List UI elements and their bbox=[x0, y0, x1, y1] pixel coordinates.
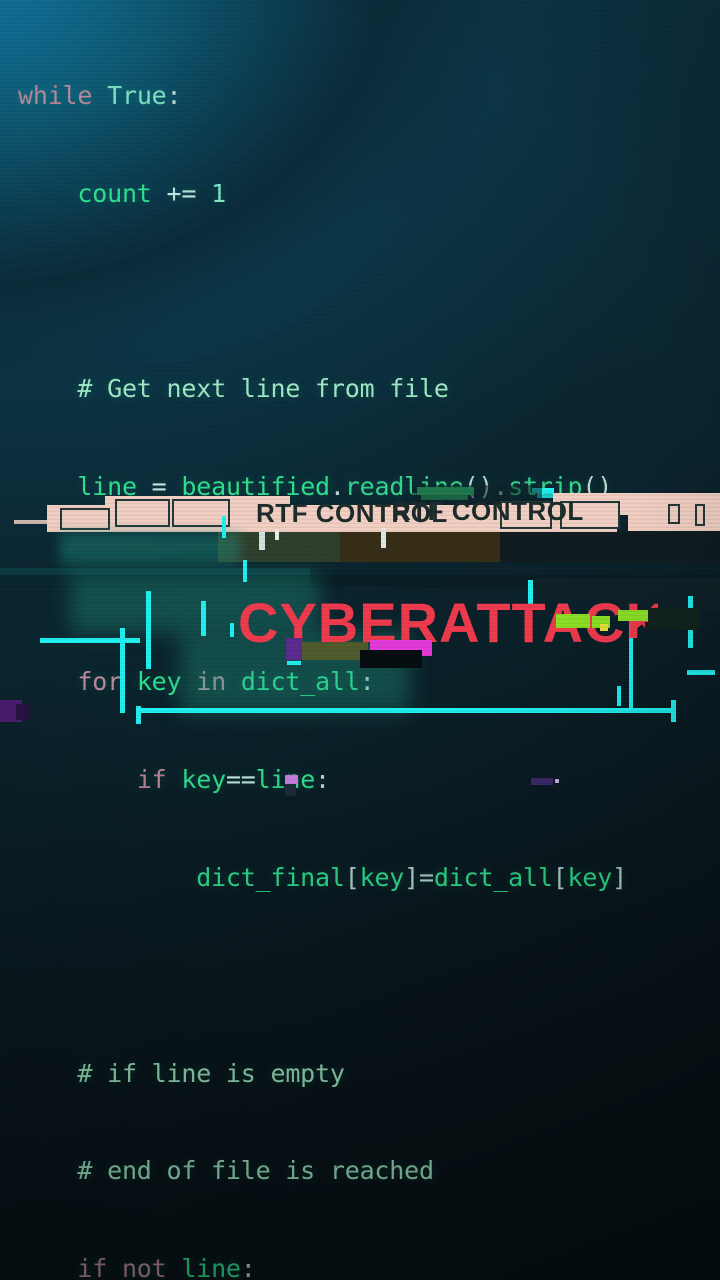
code-line: count += 1 bbox=[77, 178, 226, 208]
code-line: line = beautified.readline().strip() bbox=[77, 471, 613, 501]
code-line: for key in dict_all: bbox=[77, 667, 375, 697]
glitch-stray-dot-right bbox=[555, 779, 559, 783]
code-line: # Get next line from file bbox=[77, 374, 449, 404]
code-line: if not line: bbox=[77, 1254, 256, 1280]
code-line: dict_final[key]=dict_all[key] bbox=[196, 863, 627, 893]
glitch-stray-magenta bbox=[285, 775, 298, 784]
screen: while True: count += 1 # Get next line f… bbox=[0, 0, 720, 1280]
code-line: if key==line: bbox=[136, 765, 330, 795]
code-line: # if line is empty bbox=[77, 1058, 345, 1088]
code-editor-text: while True: count += 1 # Get next line f… bbox=[0, 0, 720, 1280]
glitch-stray-purple bbox=[285, 784, 296, 796]
code-line: # end of file is reached bbox=[77, 1156, 434, 1186]
glitch-stray-purple-right bbox=[531, 778, 553, 785]
code-line: while True: bbox=[18, 80, 182, 110]
